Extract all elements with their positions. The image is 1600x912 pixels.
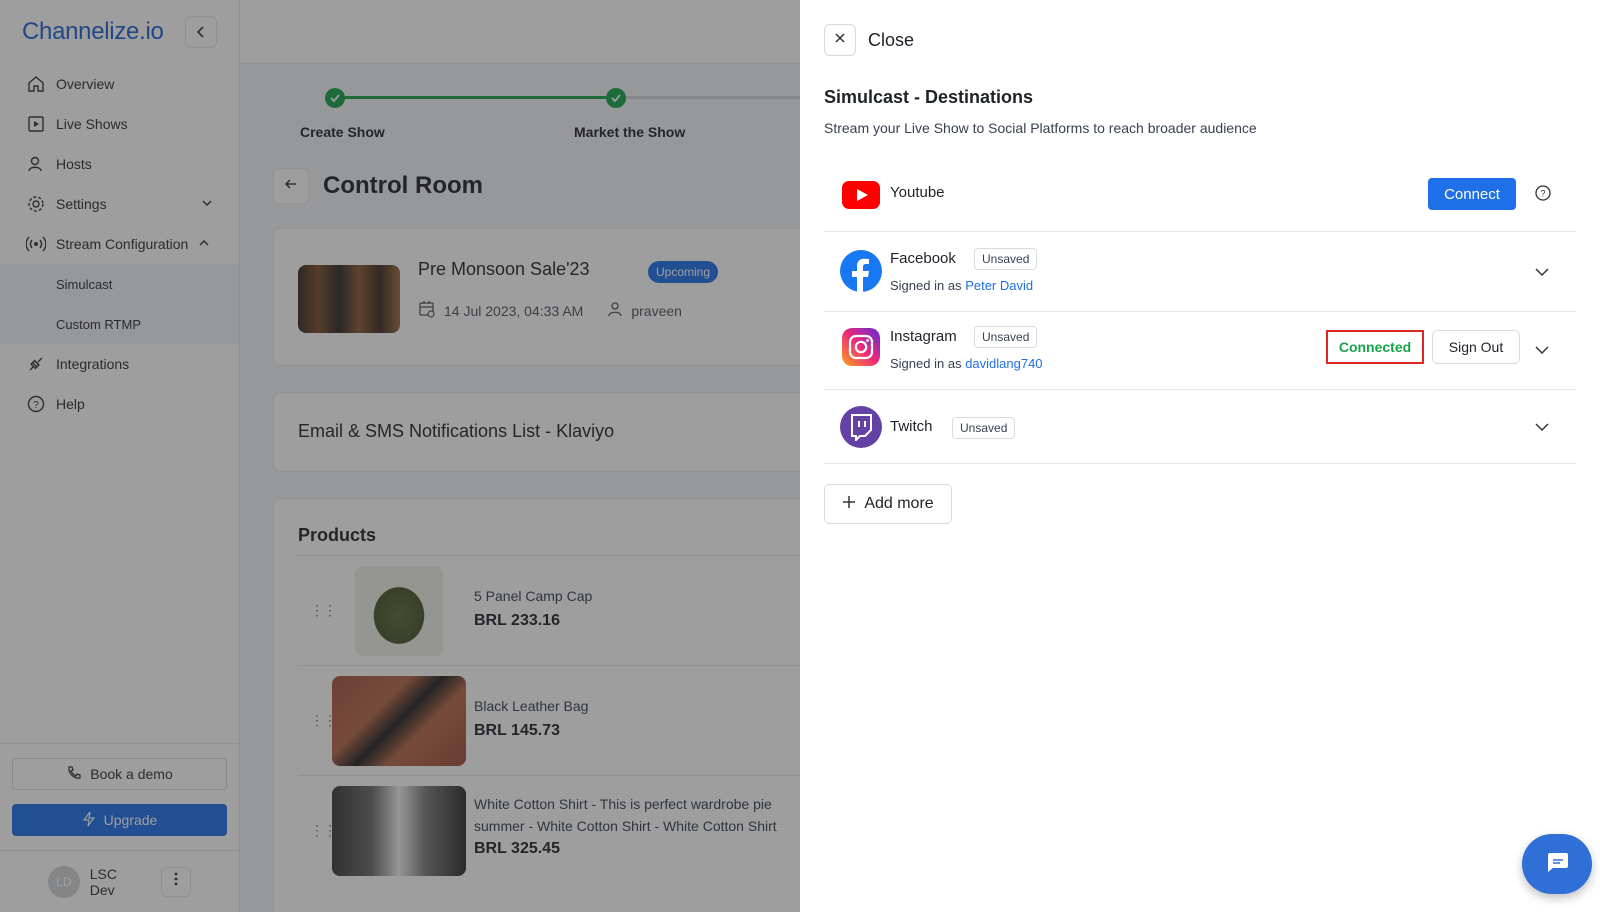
chat-icon (1544, 851, 1570, 878)
connected-status-button[interactable]: Connected (1326, 330, 1424, 364)
chevron-down-icon[interactable] (1532, 417, 1552, 437)
chevron-down-icon[interactable] (1532, 262, 1552, 282)
destination-name: Instagram (890, 328, 957, 345)
facebook-icon (840, 250, 882, 292)
svg-text:?: ? (1540, 189, 1545, 199)
close-button[interactable] (824, 24, 856, 56)
chat-widget-button[interactable] (1522, 834, 1592, 894)
instagram-icon (842, 328, 880, 366)
destination-youtube: Youtube Connect ? (824, 160, 1576, 232)
add-more-button[interactable]: Add more (824, 484, 952, 524)
destination-instagram[interactable]: Instagram Unsaved Signed in as davidlang… (824, 312, 1576, 390)
plus-icon (842, 495, 856, 514)
facebook-account-link[interactable]: Peter David (965, 278, 1033, 293)
drawer-subtitle: Stream your Live Show to Social Platform… (824, 120, 1257, 136)
youtube-icon (840, 174, 882, 216)
twitch-icon (840, 406, 882, 448)
youtube-connect-button[interactable]: Connect (1428, 178, 1516, 210)
destination-twitch[interactable]: Twitch Unsaved (824, 390, 1576, 464)
destination-name: Youtube (890, 184, 945, 201)
simulcast-drawer: Close Simulcast - Destinations Stream yo… (800, 0, 1600, 912)
signed-in-text: Signed in as Peter David (890, 278, 1033, 293)
signed-in-prefix: Signed in as (890, 356, 962, 371)
modal-backdrop[interactable] (0, 0, 800, 912)
help-circle-icon[interactable]: ? (1534, 184, 1552, 202)
chevron-down-icon[interactable] (1532, 340, 1552, 360)
signed-in-text: Signed in as davidlang740 (890, 356, 1043, 371)
unsaved-badge: Unsaved (952, 417, 1016, 439)
instagram-account-link[interactable]: davidlang740 (965, 356, 1042, 371)
close-row: Close (824, 24, 914, 56)
signed-in-prefix: Signed in as (890, 278, 962, 293)
close-label[interactable]: Close (868, 30, 914, 51)
destination-name: Facebook (890, 250, 956, 267)
unsaved-badge: Unsaved (974, 326, 1038, 348)
close-icon (834, 31, 846, 49)
drawer-title: Simulcast - Destinations (824, 87, 1034, 107)
destination-name: Twitch (890, 418, 933, 435)
add-more-label: Add more (864, 495, 934, 512)
unsaved-badge: Unsaved (974, 248, 1038, 270)
sign-out-button[interactable]: Sign Out (1432, 330, 1520, 364)
destination-facebook[interactable]: Facebook Unsaved Signed in as Peter Davi… (824, 232, 1576, 312)
